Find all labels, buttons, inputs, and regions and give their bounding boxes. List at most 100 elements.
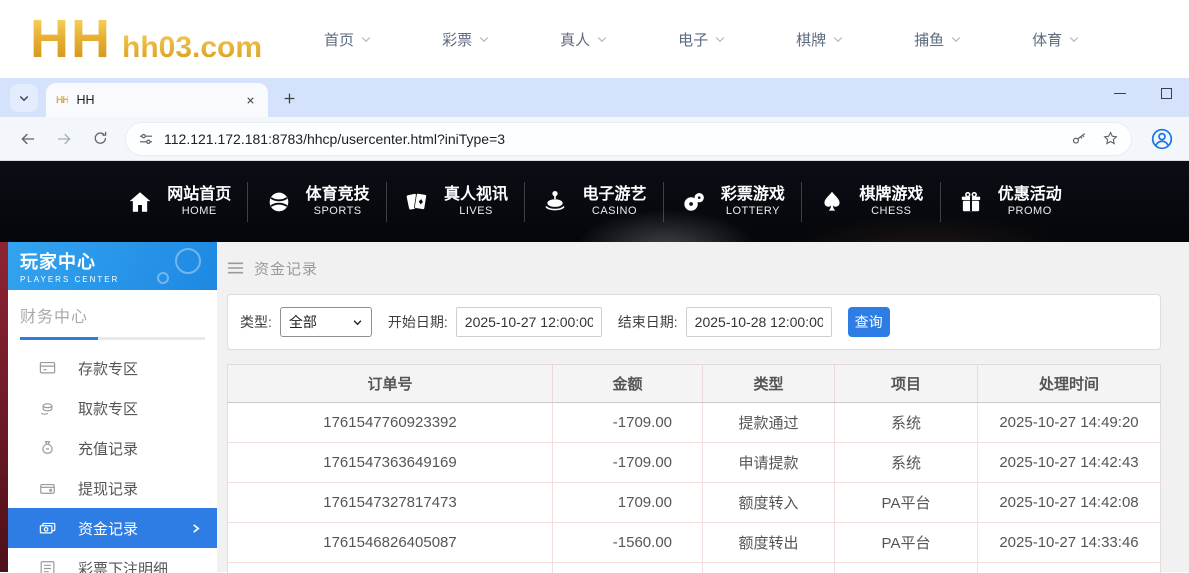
game-nav-lottery[interactable]: 彩票游戏 LOTTERY xyxy=(664,176,802,228)
site-nav: 首页 彩票 真人 电子 棋牌 捕鱼 xyxy=(324,19,1150,60)
section-underline xyxy=(20,337,205,340)
tab-favicon: HH xyxy=(56,95,68,106)
back-button[interactable] xyxy=(13,124,43,154)
game-nav-label-zh: 体育竞技 xyxy=(306,185,370,205)
sidebar-item-cashout-record[interactable]: 提现记录 xyxy=(8,468,217,508)
new-tab-button[interactable] xyxy=(276,85,302,111)
nav-label: 体育 xyxy=(1032,29,1062,50)
maximize-icon xyxy=(1161,88,1172,99)
start-date-label: 开始日期: xyxy=(388,312,448,332)
sports-ball-icon xyxy=(266,189,292,215)
game-nav-sports[interactable]: 体育竞技 SPORTS xyxy=(248,176,386,228)
forward-button[interactable] xyxy=(49,124,79,154)
game-nav-label-en: SPORTS xyxy=(314,205,362,219)
end-date-label: 结束日期: xyxy=(618,312,678,332)
nav-label: 电子 xyxy=(678,29,708,50)
cell-order-no: 1761547760923392 xyxy=(228,403,553,443)
sidebar-item-deposit[interactable]: 存款专区 xyxy=(8,348,217,388)
sidebar-item-label: 取款专区 xyxy=(78,398,138,419)
funds-table: 订单号 金额 类型 项目 处理时间 1761547760923392 -1709… xyxy=(227,364,1161,573)
chevron-down-icon xyxy=(1068,33,1080,45)
game-nav-home[interactable]: 网站首页 HOME xyxy=(110,176,248,228)
game-nav-label-zh: 棋牌游戏 xyxy=(859,185,923,205)
cell-order-no: 1761546826405087 xyxy=(228,523,553,563)
hamburger-menu-icon[interactable] xyxy=(227,261,244,275)
site-nav-chess[interactable]: 棋牌 xyxy=(796,19,844,60)
cell-type: 额度转入 xyxy=(703,483,835,523)
logo-domain: hh03.com xyxy=(122,31,262,65)
sidebar-item-withdraw[interactable]: 取款专区 xyxy=(8,388,217,428)
minimize-button[interactable] xyxy=(1097,78,1143,108)
chevron-down-icon xyxy=(832,33,844,45)
cell-process-time: 2025-10-27 14:33:46 xyxy=(978,523,1161,563)
chevron-down-icon xyxy=(950,33,962,45)
table-row: 1761546826405087 -1560.00 额度转出 PA平台 2025… xyxy=(228,523,1161,563)
back-arrow-icon xyxy=(19,130,37,148)
logo-text: HH xyxy=(30,12,112,66)
url-text: 112.121.172.181:8783/hhcp/usercenter.htm… xyxy=(164,131,1057,147)
cell-process-time: 2025-10-27 14:49:20 xyxy=(978,403,1161,443)
breadcrumb: 资金记录 xyxy=(227,254,1161,282)
sidebar-item-label: 存款专区 xyxy=(78,358,138,379)
reload-button[interactable] xyxy=(85,124,115,154)
tab-search-button[interactable] xyxy=(10,84,38,112)
sidebar-item-bet-details[interactable]: 彩票下注明细 xyxy=(8,548,217,573)
column-amount: 金额 xyxy=(553,365,703,403)
site-logo[interactable]: HH hh03.com xyxy=(30,12,262,66)
sidebar-item-funds-record[interactable]: 资金记录 xyxy=(8,508,217,548)
cell-order-no: 1761547363649169 xyxy=(228,443,553,483)
site-info-icon[interactable] xyxy=(138,131,154,147)
cell-amount: -1709.00 xyxy=(553,443,703,483)
site-nav-sports[interactable]: 体育 xyxy=(1032,19,1080,60)
table-header-row: 订单号 金额 类型 项目 处理时间 xyxy=(228,365,1161,403)
game-nav-label-zh: 网站首页 xyxy=(167,185,231,205)
game-nav-promo[interactable]: 优惠活动 PROMO xyxy=(941,176,1079,228)
site-header: HH hh03.com 首页 彩票 真人 电子 棋牌 xyxy=(0,0,1189,78)
reload-icon xyxy=(92,130,109,147)
recharge-record-icon xyxy=(38,439,58,458)
lottery-balls-icon xyxy=(681,189,707,215)
controller-graphic-icon xyxy=(153,246,207,286)
site-nav-home[interactable]: 首页 xyxy=(324,19,372,60)
maximize-button[interactable] xyxy=(1143,78,1189,108)
cell-project: PA平台 xyxy=(835,523,978,563)
browser-tab-strip: HH HH xyxy=(0,78,1189,117)
cell-type: 提款通过 xyxy=(703,403,835,443)
bookmark-star-icon[interactable] xyxy=(1102,130,1119,147)
search-button[interactable]: 查询 xyxy=(848,307,890,337)
site-nav-lottery[interactable]: 彩票 xyxy=(442,19,490,60)
game-nav-chess[interactable]: 棋牌游戏 CHESS xyxy=(802,176,940,228)
game-nav-lives[interactable]: 真人视讯 LIVES xyxy=(387,176,525,228)
sidebar-item-recharge-record[interactable]: 充值记录 xyxy=(8,428,217,468)
password-key-icon[interactable] xyxy=(1071,130,1088,147)
deposit-icon xyxy=(38,359,58,378)
column-type: 类型 xyxy=(703,365,835,403)
cell-order-no: 1761547327817473 xyxy=(228,483,553,523)
bet-details-icon xyxy=(38,559,58,573)
nav-label: 捕鱼 xyxy=(914,29,944,50)
column-order-no: 订单号 xyxy=(228,365,553,403)
type-select[interactable]: 全部 xyxy=(280,307,372,337)
chevron-right-icon xyxy=(190,523,201,534)
site-nav-slots[interactable]: 电子 xyxy=(678,19,726,60)
end-date-input[interactable] xyxy=(686,307,832,337)
profile-button[interactable] xyxy=(1145,122,1179,156)
sidebar-menu: 存款专区 取款专区 充值记录 提现记录 资金记录 xyxy=(8,340,217,573)
browser-tab[interactable]: HH HH xyxy=(46,83,268,117)
browser-toolbar: 112.121.172.181:8783/hhcp/usercenter.htm… xyxy=(0,117,1189,161)
players-center-header: 玩家中心 PLAYERS CENTER xyxy=(8,242,217,290)
chevron-down-icon xyxy=(596,33,608,45)
page-title: 资金记录 xyxy=(254,258,318,279)
cell-type: 申请提款 xyxy=(703,443,835,483)
site-nav-live[interactable]: 真人 xyxy=(560,19,608,60)
cell-type: 额度转出 xyxy=(703,523,835,563)
playing-cards-icon xyxy=(404,189,430,215)
game-nav-casino[interactable]: 电子游艺 CASINO xyxy=(525,176,663,228)
main-panel: 资金记录 类型: 全部 开始日期: 结束日期: 查询 订单号 xyxy=(217,242,1189,572)
gift-icon xyxy=(958,189,984,215)
start-date-input[interactable] xyxy=(456,307,602,337)
site-nav-fishing[interactable]: 捕鱼 xyxy=(914,19,962,60)
tab-close-icon[interactable] xyxy=(242,92,258,108)
type-select-value: 全部 xyxy=(289,312,317,332)
address-bar[interactable]: 112.121.172.181:8783/hhcp/usercenter.htm… xyxy=(126,123,1131,155)
